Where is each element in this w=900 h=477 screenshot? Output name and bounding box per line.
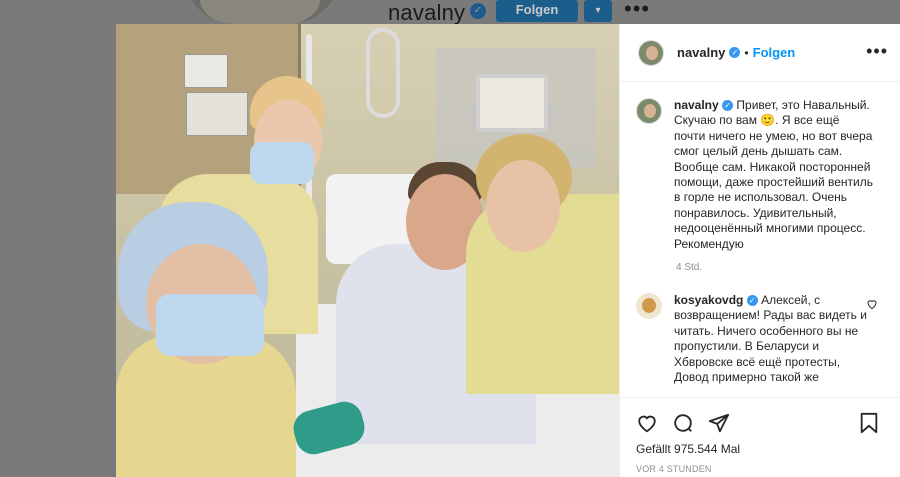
commenter-verified-icon: ✓: [746, 295, 758, 307]
caption-verified-icon: ✓: [722, 100, 734, 112]
comment-text: kosyakovdg ✓ Алексей, с возвращением! Ра…: [674, 293, 870, 385]
post-actions: Gefällt 975.544 Mal VOR 4 STUNDEN: [620, 397, 900, 477]
post-modal: navalny ✓ • Folgen ••• navalny ✓ Привет,…: [116, 24, 900, 477]
follow-button[interactable]: Folgen: [753, 45, 796, 60]
comment-item: kosyakovdg ✓ Алексей, с возвращением! Ра…: [636, 293, 882, 385]
post-header: navalny ✓ • Folgen •••: [620, 24, 900, 82]
photo-monitor: [476, 74, 548, 132]
background-profile-avatar: [182, 0, 342, 24]
more-options-icon[interactable]: •••: [866, 42, 888, 60]
caption-body: Привет, это Навальный. Скучаю по вам 🙂. …: [674, 98, 873, 251]
caption-timestamp[interactable]: 4 Std.: [676, 262, 882, 273]
photo-poster: [186, 92, 248, 136]
commenter-avatar[interactable]: [636, 293, 662, 320]
caption-text: navalny ✓ Привет, это Навальный. Скучаю …: [674, 98, 874, 252]
caption-avatar[interactable]: [636, 98, 662, 124]
share-paper-plane-icon[interactable]: [708, 412, 730, 434]
background-username: navalny: [388, 0, 466, 25]
bookmark-icon[interactable]: [859, 412, 879, 439]
author-avatar[interactable]: [638, 39, 664, 66]
caption: navalny ✓ Привет, это Навальный. Скучаю …: [636, 98, 882, 252]
caption-username[interactable]: navalny: [674, 98, 719, 112]
photo-poster: [184, 54, 228, 88]
background-profile-header: navalny ✓ Folgen ▾ •••: [0, 0, 900, 25]
commenter-username[interactable]: kosyakovdg: [674, 293, 743, 307]
separator-dot: •: [744, 45, 749, 60]
post-sidebar: navalny ✓ • Folgen ••• navalny ✓ Привет,…: [619, 24, 900, 477]
like-heart-icon[interactable]: [636, 412, 658, 434]
post-photo[interactable]: [116, 24, 619, 477]
author-username[interactable]: navalny: [677, 45, 725, 60]
background-more-icon: •••: [624, 0, 651, 21]
background-dropdown-icon: ▾: [584, 0, 612, 22]
verified-badge-icon: ✓: [729, 47, 741, 58]
comment-like-icon[interactable]: [866, 297, 878, 315]
likes-count[interactable]: Gefällt 975.544 Mal: [636, 442, 885, 456]
background-follow-button: Folgen: [496, 0, 578, 22]
comment-bubble-icon[interactable]: [672, 412, 694, 434]
photo-tube: [366, 28, 400, 118]
action-icons-row: [636, 410, 885, 436]
comments-list[interactable]: navalny ✓ Привет, это Навальный. Скучаю …: [620, 82, 900, 396]
photo-person: [486, 160, 560, 252]
background-verified-icon: ✓: [470, 3, 486, 19]
post-age[interactable]: VOR 4 STUNDEN: [636, 464, 885, 474]
photo-mask: [156, 294, 264, 356]
photo-mask: [250, 142, 314, 184]
